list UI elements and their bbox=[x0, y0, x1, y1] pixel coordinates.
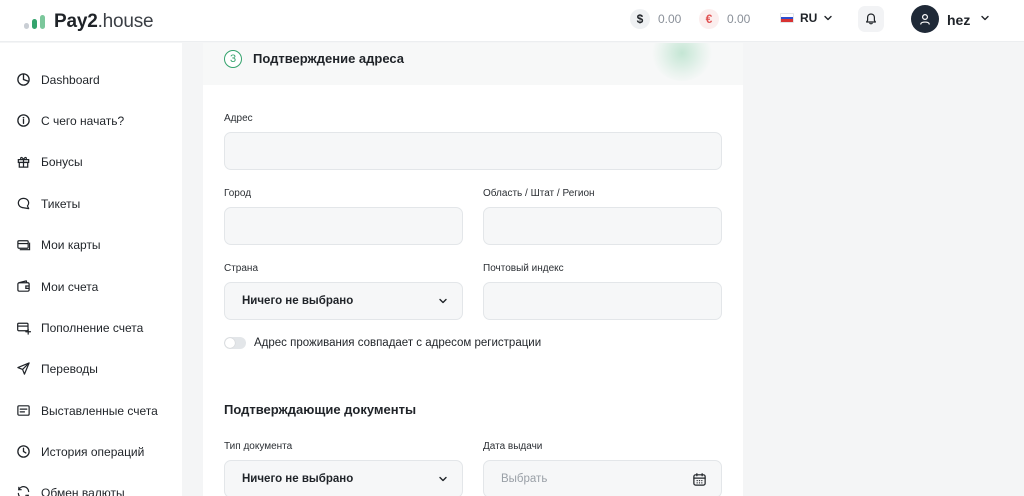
exchange-icon bbox=[17, 486, 30, 496]
sidebar-item-tickets[interactable]: Тикеты bbox=[16, 196, 80, 211]
card-plus-icon bbox=[17, 322, 31, 335]
top-header: Pay2.house $ 0.00 € 0.00 RU hez bbox=[0, 0, 1024, 42]
wallet-icon bbox=[17, 280, 30, 292]
pie-chart-icon bbox=[17, 73, 30, 86]
eur-balance[interactable]: € 0.00 bbox=[699, 9, 750, 29]
documents-section-title: Подтверждающие документы bbox=[224, 402, 417, 417]
info-icon bbox=[17, 114, 30, 127]
decorative-glow bbox=[651, 43, 713, 81]
same-address-label: Адрес проживания совпадает с адресом рег… bbox=[254, 337, 542, 349]
step-header: 3 Подтверждение адреса bbox=[203, 43, 743, 85]
sidebar: Dashboard С чего начать? Бонусы Тикеты М… bbox=[0, 43, 182, 496]
sidebar-item-label: Бонусы bbox=[41, 154, 83, 169]
brand-name: Pay2.house bbox=[54, 11, 154, 32]
calendar-icon bbox=[693, 472, 706, 486]
sidebar-item-top-up[interactable]: Пополнение счета bbox=[16, 320, 143, 335]
chat-icon bbox=[17, 197, 30, 210]
country-label: Страна bbox=[224, 263, 259, 274]
doc-type-select[interactable]: Ничего не выбрано bbox=[224, 460, 463, 496]
address-label: Адрес bbox=[224, 113, 253, 124]
sidebar-item-label: Выставленные счета bbox=[41, 403, 158, 418]
doc-type-selected-value: Ничего не выбрано bbox=[242, 473, 354, 485]
sidebar-item-label: Пополнение счета bbox=[41, 320, 144, 335]
sidebar-item-label: Переводы bbox=[41, 361, 98, 376]
notifications-button[interactable] bbox=[858, 6, 884, 32]
city-input[interactable] bbox=[224, 207, 463, 245]
usd-balance[interactable]: $ 0.00 bbox=[630, 9, 681, 29]
sidebar-item-label: Мои карты bbox=[41, 237, 101, 252]
sidebar-item-currency-exchange[interactable]: Обмен валюты bbox=[16, 485, 125, 496]
username[interactable]: hez bbox=[947, 12, 970, 28]
clock-icon bbox=[17, 445, 30, 458]
zip-label: Почтовый индекс bbox=[483, 263, 564, 274]
step-title: Подтверждение адреса bbox=[253, 51, 405, 66]
issue-date-label: Дата выдачи bbox=[483, 441, 543, 452]
sidebar-item-label: С чего начать? bbox=[41, 113, 125, 128]
russia-flag-icon bbox=[780, 13, 794, 23]
chevron-down-icon bbox=[439, 476, 447, 482]
region-input[interactable] bbox=[483, 207, 722, 245]
user-menu-chevron-icon[interactable] bbox=[980, 13, 990, 23]
doc-type-label: Тип документа bbox=[224, 441, 293, 452]
sidebar-item-bonuses[interactable]: Бонусы bbox=[16, 154, 83, 169]
sidebar-item-my-accounts[interactable]: Мои счета bbox=[16, 279, 98, 294]
same-address-toggle[interactable] bbox=[224, 337, 246, 349]
gift-icon bbox=[17, 156, 30, 168]
logo-mark-icon bbox=[24, 15, 45, 29]
chevron-down-icon bbox=[824, 15, 833, 21]
issue-date-picker[interactable]: Выбрать bbox=[483, 460, 722, 496]
euro-icon: € bbox=[699, 9, 719, 29]
chevron-down-icon bbox=[439, 298, 447, 304]
brand-logo[interactable]: Pay2.house bbox=[24, 11, 154, 33]
sidebar-item-transfers[interactable]: Переводы bbox=[16, 361, 98, 376]
address-input[interactable] bbox=[224, 132, 722, 170]
sidebar-item-label: Тикеты bbox=[41, 196, 81, 211]
bell-icon bbox=[866, 13, 876, 25]
sidebar-item-dashboard[interactable]: Dashboard bbox=[16, 72, 100, 87]
sidebar-item-label: Dashboard bbox=[41, 72, 100, 87]
send-icon bbox=[17, 362, 30, 375]
country-selected-value: Ничего не выбрано bbox=[242, 295, 354, 307]
invoice-icon bbox=[17, 405, 30, 416]
user-avatar[interactable] bbox=[911, 5, 939, 33]
country-select[interactable]: Ничего не выбрано bbox=[224, 282, 463, 320]
sidebar-item-history[interactable]: История операций bbox=[16, 444, 144, 459]
sidebar-item-invoices[interactable]: Выставленные счета bbox=[16, 403, 158, 418]
sidebar-item-label: Мои счета bbox=[41, 279, 99, 294]
sidebar-item-label: Обмен валюты bbox=[41, 485, 125, 496]
dollar-icon: $ bbox=[630, 9, 650, 29]
usd-amount: 0.00 bbox=[658, 12, 682, 26]
language-selector[interactable]: RU bbox=[780, 11, 833, 25]
issue-date-placeholder: Выбрать bbox=[501, 473, 548, 485]
city-label: Город bbox=[224, 188, 252, 199]
sidebar-item-getting-started[interactable]: С чего начать? bbox=[16, 113, 124, 128]
cards-icon bbox=[17, 240, 31, 251]
sidebar-item-my-cards[interactable]: Мои карты bbox=[16, 237, 101, 252]
user-icon bbox=[920, 13, 930, 25]
region-label: Область / Штат / Регион bbox=[483, 188, 595, 199]
eur-amount: 0.00 bbox=[727, 12, 751, 26]
verification-form-card: 3 Подтверждение адреса Адрес Город Облас… bbox=[203, 43, 743, 496]
zip-input[interactable] bbox=[483, 282, 722, 320]
step-number-badge: 3 bbox=[224, 50, 242, 68]
sidebar-item-label: История операций bbox=[41, 444, 145, 459]
language-code: RU bbox=[800, 11, 818, 25]
